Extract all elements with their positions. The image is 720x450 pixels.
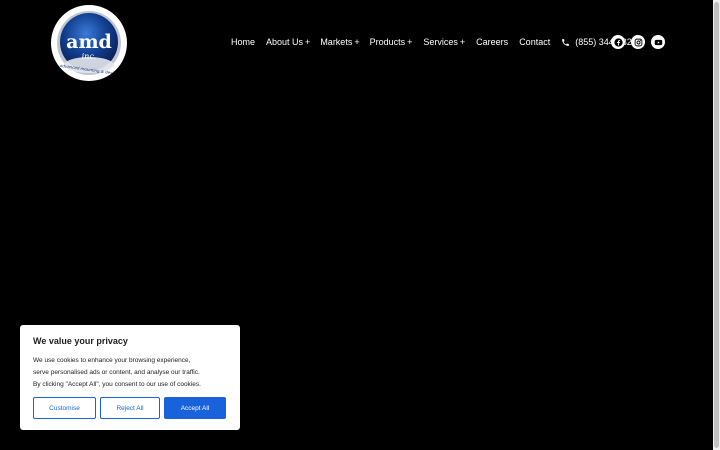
cookie-buttons: Customise Reject All Accept All (33, 397, 226, 419)
cookie-description: We use cookies to enhance your browsing … (33, 355, 227, 391)
logo-sub-text: inc. (82, 52, 97, 61)
cookie-description-line: serve personalised ads or content, and a… (33, 369, 200, 376)
main-nav: Home About Us + Markets + Products + Servic… (231, 34, 637, 50)
page: amd inc. advanced mounting & design Home… (0, 0, 720, 450)
submenu-plus-icon: + (305, 37, 311, 47)
nav-home[interactable]: Home (231, 34, 255, 50)
nav-services-label: Services (423, 37, 458, 47)
nav-products[interactable]: Products + (370, 34, 413, 50)
cookie-title: We value your privacy (33, 336, 128, 346)
youtube-link[interactable] (651, 35, 665, 49)
nav-about-us[interactable]: About Us + (266, 34, 310, 50)
nav-contact-label: Contact (519, 37, 551, 47)
accept-all-button[interactable]: Accept All (164, 397, 226, 419)
reject-all-button[interactable]: Reject All (100, 397, 160, 419)
nav-home-label: Home (231, 37, 256, 47)
submenu-plus-icon: + (459, 37, 466, 47)
scrollbar-thumb[interactable] (714, 2, 719, 448)
nav-about-us-label: About Us (266, 37, 304, 47)
nav-careers-label: Careers (476, 37, 509, 47)
nav-services[interactable]: Services + (423, 34, 465, 50)
facebook-link[interactable] (611, 35, 625, 49)
nav-products-label: Products (369, 37, 406, 47)
logo-graphic: amd inc. advanced mounting & design (57, 11, 121, 76)
nav-careers[interactable]: Careers (476, 34, 508, 50)
cookie-description-line: We use cookies to enhance your browsing … (33, 357, 191, 364)
page-scrollbar[interactable] (713, 0, 720, 450)
facebook-icon (613, 37, 623, 47)
nav-markets-label: Markets (320, 37, 353, 47)
company-logo[interactable]: amd inc. advanced mounting & design (51, 5, 127, 81)
logo-main-text: amd (66, 31, 112, 53)
nav-markets[interactable]: Markets + (320, 34, 359, 50)
nav-contact[interactable]: Contact (519, 34, 550, 50)
instagram-link[interactable] (631, 35, 645, 49)
youtube-icon (654, 39, 662, 45)
submenu-plus-icon: + (354, 37, 360, 47)
instagram-icon (634, 38, 642, 46)
submenu-plus-icon: + (407, 37, 413, 47)
social-links (611, 35, 665, 49)
customise-button[interactable]: Customise (33, 397, 96, 419)
cookie-description-line: By clicking "Accept All", you consent to… (33, 381, 201, 388)
phone-icon (562, 38, 570, 46)
cookie-banner: We value your privacy We use cookies to … (20, 325, 240, 430)
